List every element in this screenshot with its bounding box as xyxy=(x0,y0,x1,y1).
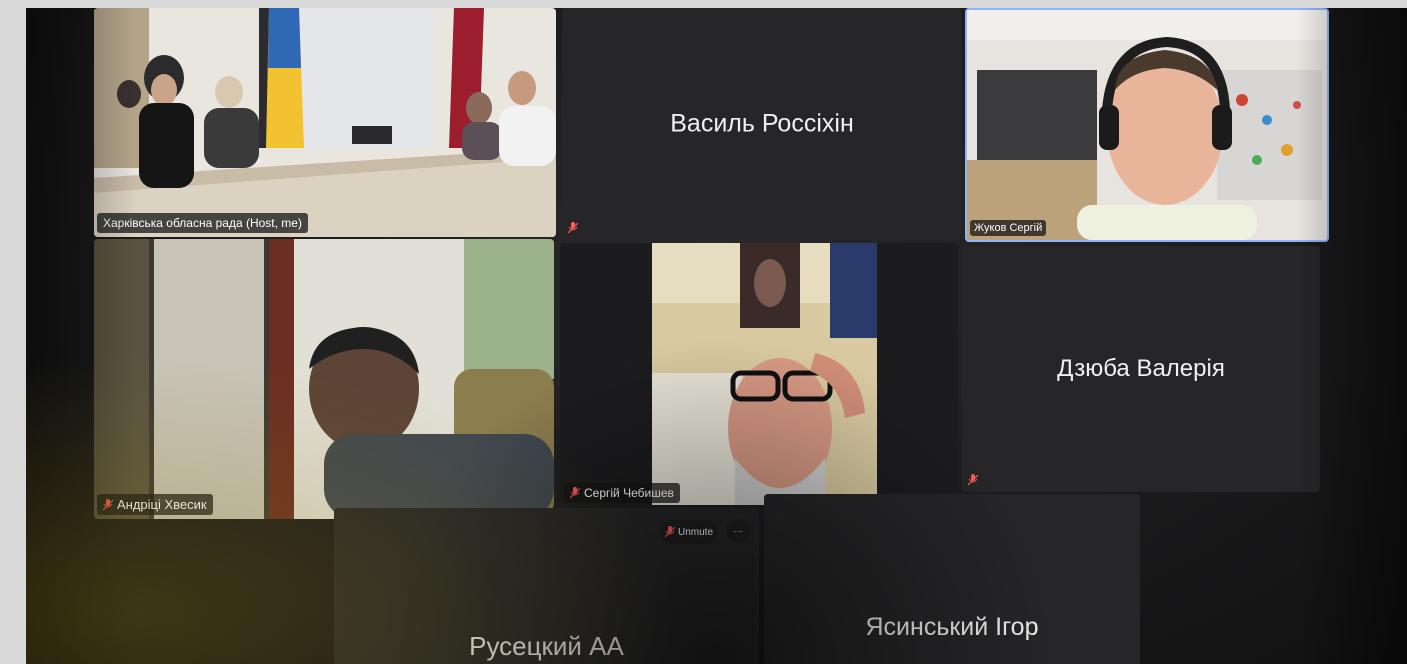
muted-mic-icon xyxy=(570,487,580,499)
participant-name: Жуков Сергій xyxy=(974,222,1043,234)
more-icon: ··· xyxy=(733,526,743,536)
video-tile-yasynskyi[interactable]: Ясинський Ігор xyxy=(764,494,1140,664)
video-tile-dziuba[interactable]: Дзюба Валерія xyxy=(962,246,1320,492)
participant-name: Сергій Чебишев xyxy=(584,486,674,500)
participant-name-label: Жуков Сергій xyxy=(970,220,1047,236)
conference-room-video xyxy=(94,8,556,237)
unmute-button[interactable]: Unmute xyxy=(660,520,718,544)
webcam-video-chebyshev xyxy=(560,243,958,505)
webcam-video-zhukov xyxy=(967,10,1327,240)
unmute-label: Unmute xyxy=(677,526,713,538)
participant-name-label: Андріці Хвесик xyxy=(97,494,213,515)
more-options-button[interactable]: ··· xyxy=(726,519,750,543)
muted-mic-icon xyxy=(568,222,578,234)
participant-name: Ясинський Ігор xyxy=(865,613,1039,641)
video-tile-vasyl[interactable]: Василь Россіхін xyxy=(562,8,962,240)
participant-name-label: Харківська обласна рада (Host, me) xyxy=(97,213,308,233)
participant-name-label: Сергій Чебишев xyxy=(564,483,680,503)
participant-name: Андріці Хвесик xyxy=(117,497,207,512)
muted-mic-icon xyxy=(968,474,978,486)
muted-mic-icon xyxy=(664,526,675,538)
muted-mic-icon xyxy=(103,498,113,511)
video-tile-host[interactable]: Харківська обласна рада (Host, me) xyxy=(94,8,556,237)
video-tile-chebyshev[interactable]: Сергій Чебишев xyxy=(560,243,958,505)
participant-name: Василь Россіхін xyxy=(670,109,854,138)
participant-name: Дзюба Валерія xyxy=(1057,355,1225,382)
video-tile-khvesyk[interactable]: Андріці Хвесик xyxy=(94,239,554,519)
meeting-screen: Харківська обласна рада (Host, me) Васил… xyxy=(26,8,1407,664)
webcam-video-khvesyk xyxy=(94,239,554,519)
participant-name: Русецкий АА xyxy=(469,631,624,661)
participant-name: Харківська обласна рада (Host, me) xyxy=(103,216,302,230)
video-tile-zhukov[interactable]: Жуков Сергій xyxy=(965,8,1329,242)
